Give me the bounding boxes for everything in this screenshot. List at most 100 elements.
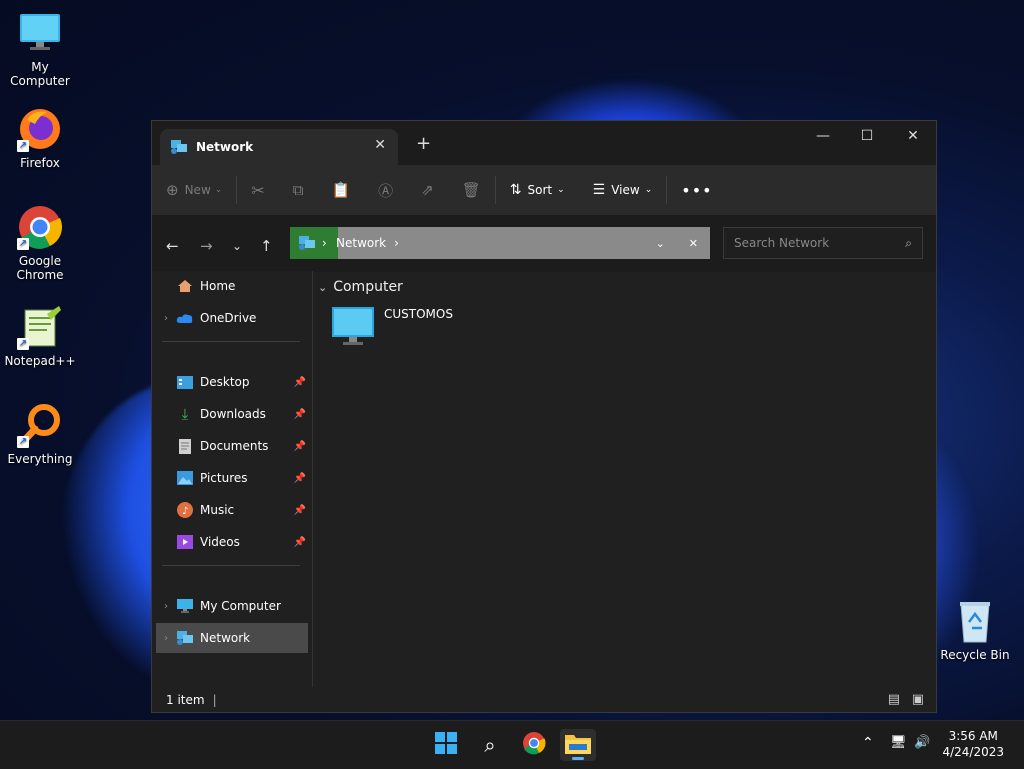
paste-button[interactable]: 📋 [331, 181, 350, 199]
taskbar-search-button[interactable]: ⌕ [472, 729, 508, 761]
taskbar-file-explorer[interactable] [560, 729, 596, 761]
sidebar-item-label: Videos [200, 535, 240, 549]
chrome-icon: ↗ [17, 204, 63, 250]
pin-icon[interactable]: 📌 [294, 409, 306, 420]
toolbar-divider [494, 176, 496, 204]
cut-button[interactable]: ✂ [251, 181, 264, 200]
show-hidden-icons-chevron-icon[interactable]: ⌃ [862, 735, 874, 751]
address-network-icon: › [290, 227, 338, 259]
sidebar-item-documents[interactable]: Documents 📌 [156, 431, 308, 461]
sidebar-item-label: Downloads [200, 407, 266, 421]
copy-button[interactable]: ⧉ [293, 181, 304, 199]
close-tab-icon[interactable]: ✕ [374, 137, 386, 153]
share-icon: ⇗ [421, 181, 434, 199]
rename-button[interactable]: Ⓐ [378, 180, 393, 201]
breadcrumb-separator-icon[interactable]: › [394, 236, 399, 250]
pin-icon[interactable]: 📌 [294, 537, 306, 548]
toolbar-divider [236, 176, 238, 204]
search-input[interactable]: Search Network ⌕ [723, 227, 923, 259]
desktop-icon-firefox[interactable]: ↗ Firefox [0, 106, 80, 170]
group-header-label: Computer [333, 279, 403, 295]
sidebar-item-home[interactable]: Home [156, 271, 308, 301]
sidebar-item-desktop[interactable]: Desktop 📌 [156, 367, 308, 397]
breadcrumb-network[interactable]: Network [336, 236, 386, 250]
new-plus-icon: ⊕ [166, 181, 179, 199]
list-item-customos[interactable]: CUSTOMOS [332, 307, 453, 350]
chevron-down-icon: ⌄ [557, 185, 565, 195]
desktop-icon-label: Notepad++ [4, 354, 76, 368]
document-icon [176, 438, 194, 454]
pin-icon[interactable]: 📌 [294, 441, 306, 452]
sidebar-item-pictures[interactable]: Pictures 📌 [156, 463, 308, 493]
sidebar-item-music[interactable]: ♪ Music 📌 [156, 495, 308, 525]
desktop-icon-everything[interactable]: ↗ Everything [0, 402, 80, 466]
navigation-pane: Home › OneDrive Desktop 📌 ⤓ Downloads 📌 [152, 271, 312, 687]
file-explorer-window: Network ✕ + — ☐ ✕ ⊕ New ⌄ ✂ ⧉ 📋 Ⓐ ⇗ 🗑 ⇅ … [151, 120, 937, 713]
back-arrow-icon[interactable]: ← [166, 237, 179, 255]
search-icon: ⌕ [484, 733, 496, 757]
pin-icon[interactable]: 📌 [294, 505, 306, 516]
sidebar-item-downloads[interactable]: ⤓ Downloads 📌 [156, 399, 308, 429]
videos-icon [176, 534, 194, 550]
sidebar-item-my-computer[interactable]: › My Computer [156, 591, 308, 621]
desktop-icon-google-chrome[interactable]: ↗ Google Chrome [0, 204, 80, 282]
volume-icon[interactable]: 🔊 [914, 735, 930, 750]
chevron-down-icon: ⌄ [644, 185, 653, 195]
rename-icon: Ⓐ [378, 181, 394, 200]
desktop-icon-recycle-bin[interactable]: Recycle Bin [935, 598, 1015, 662]
recent-locations-chevron-icon[interactable]: ⌄ [232, 239, 242, 253]
start-button[interactable] [428, 729, 464, 761]
new-tab-icon[interactable]: + [416, 133, 431, 154]
network-icon [176, 630, 194, 646]
share-button[interactable]: ⇗ [421, 181, 434, 199]
address-history-chevron-icon[interactable]: ⌄ [656, 237, 665, 250]
taskbar-chrome[interactable] [516, 729, 552, 761]
forward-arrow-icon[interactable]: → [200, 237, 213, 255]
more-options-button[interactable]: ••• [681, 181, 712, 200]
network-status-icon[interactable]: 🖥 [890, 735, 907, 750]
up-arrow-icon[interactable]: ↑ [260, 237, 273, 255]
close-window-icon[interactable]: ✕ [890, 121, 936, 151]
chevron-right-icon[interactable]: › [156, 633, 176, 644]
view-button[interactable]: ☰ View ⌄ [593, 182, 653, 198]
home-icon [176, 278, 194, 294]
desktop-folder-icon [176, 374, 194, 390]
sort-button[interactable]: ⇅ Sort ⌄ [510, 182, 565, 198]
address-bar[interactable]: › Network › ⌄ ✕ [290, 227, 710, 259]
tiles-view-icon[interactable]: ▣ [912, 692, 924, 707]
sidebar-item-label: My Computer [200, 599, 281, 613]
pane-splitter[interactable] [312, 271, 313, 687]
breadcrumb-separator-icon: › [322, 236, 327, 250]
clear-address-icon[interactable]: ✕ [689, 237, 698, 250]
pin-icon[interactable]: 📌 [294, 377, 306, 388]
pin-icon[interactable]: 📌 [294, 473, 306, 484]
item-label: CUSTOMOS [384, 307, 453, 321]
desktop-icon-label: My Computer [10, 60, 70, 88]
sidebar-item-network[interactable]: › Network [156, 623, 308, 653]
toolbar-divider [666, 176, 668, 204]
chevron-right-icon[interactable]: › [156, 601, 176, 612]
search-icon: ⌕ [905, 235, 912, 250]
delete-button[interactable]: 🗑 [462, 181, 481, 199]
monitor-icon [176, 598, 194, 614]
desktop-icon-notepadpp[interactable]: ↗ Notepad++ [0, 304, 80, 368]
minimize-icon[interactable]: — [800, 121, 846, 151]
sidebar-divider [162, 565, 300, 566]
clock[interactable]: 3:56 AM 4/24/2023 [942, 728, 1004, 760]
tab-title: Network [196, 140, 254, 154]
sidebar-item-videos[interactable]: Videos 📌 [156, 527, 308, 557]
new-button[interactable]: ⊕ New ⌄ [166, 181, 222, 199]
desktop-icon-my-computer[interactable]: My Computer [0, 10, 80, 88]
maximize-icon[interactable]: ☐ [844, 121, 890, 151]
group-header-computer[interactable]: ⌄ Computer [318, 279, 403, 295]
sidebar-item-label: OneDrive [200, 311, 257, 325]
trash-icon: 🗑 [461, 181, 481, 199]
network-icon [170, 139, 188, 155]
tab-network[interactable]: Network ✕ [160, 129, 398, 165]
recycle-bin-icon [952, 598, 998, 644]
details-view-icon[interactable]: ▤ [888, 692, 900, 707]
clock-time: 3:56 AM [948, 729, 998, 743]
sidebar-item-onedrive[interactable]: › OneDrive [156, 303, 308, 333]
chevron-right-icon[interactable]: › [156, 313, 176, 324]
download-arrow-icon: ⤓ [181, 405, 189, 423]
